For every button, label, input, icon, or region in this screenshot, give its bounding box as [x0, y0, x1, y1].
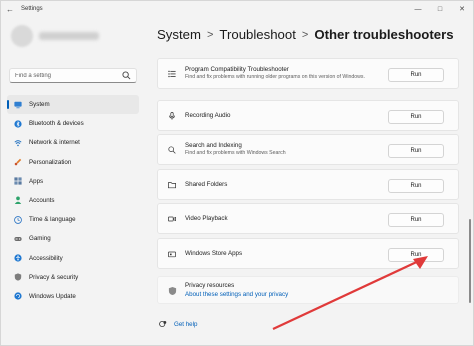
back-arrow-icon[interactable]: ←	[1, 5, 19, 14]
search-input[interactable]	[15, 72, 123, 79]
get-help[interactable]: Get help	[159, 320, 197, 328]
microphone-icon	[169, 111, 175, 120]
troubleshooter-description: Find and fix problems with running older…	[185, 74, 365, 80]
minimize-button[interactable]: —	[407, 1, 429, 17]
apps-icon	[14, 177, 22, 185]
sidebar-item-label: Accessibility	[29, 254, 63, 262]
troubleshooter-card: Program Compatibility Troubleshooter Fin…	[157, 58, 459, 89]
breadcrumb: System > Troubleshoot > Other troublesho…	[157, 27, 454, 42]
shield-icon	[14, 273, 22, 281]
window-controls: — □ ✕	[407, 1, 473, 17]
brush-icon	[14, 158, 22, 166]
troubleshooter-label: Program Compatibility Troubleshooter	[185, 66, 289, 73]
sidebar-item-label: Privacy & security	[29, 273, 79, 281]
bluetooth-icon	[14, 120, 22, 128]
breadcrumb-separator: >	[206, 28, 214, 41]
troubleshooter-description: Find and fix problems with Windows Searc…	[185, 150, 286, 156]
scrollbar[interactable]	[469, 219, 471, 303]
troubleshooter-label: Recording Audio	[185, 112, 231, 119]
sidebar-item-label: Network & internet	[29, 139, 80, 147]
close-button[interactable]: ✕	[451, 1, 473, 17]
sidebar-item-label: Personalization	[29, 158, 72, 166]
run-button[interactable]: Run	[388, 68, 444, 82]
sidebar-nav: System Bluetooth & devices Network & int…	[7, 95, 139, 306]
run-button[interactable]: Run	[388, 179, 444, 193]
troubleshooter-card: Windows Store Apps Run	[157, 238, 459, 269]
privacy-resources: Privacy resources About these settings a…	[157, 276, 459, 304]
monitor-icon	[14, 101, 22, 108]
run-button[interactable]: Run	[388, 248, 444, 262]
window-title: Settings	[21, 6, 43, 12]
shield-icon	[168, 286, 177, 296]
sidebar-item-label: Bluetooth & devices	[29, 120, 84, 128]
troubleshooter-label: Video Playback	[185, 215, 228, 222]
sidebar-item-label: Apps	[29, 177, 44, 185]
sidebar-item-network[interactable]: Network & internet	[7, 133, 139, 152]
search-icon	[168, 145, 176, 154]
globe-clock-icon	[14, 215, 22, 224]
sidebar-item-system[interactable]: System	[7, 95, 139, 114]
troubleshooter-label: Shared Folders	[185, 181, 228, 188]
list-icon	[168, 70, 176, 77]
troubleshooter-label: Windows Store Apps	[185, 250, 243, 257]
sidebar-item-windows-update[interactable]: Windows Update	[7, 287, 139, 306]
accessibility-icon	[14, 254, 22, 262]
troubleshooter-card: Recording Audio Run	[157, 100, 459, 131]
sidebar-item-apps[interactable]: Apps	[7, 172, 139, 191]
maximize-button[interactable]: □	[429, 1, 451, 17]
video-icon	[168, 216, 176, 221]
sidebar-item-label: Accounts	[29, 196, 55, 204]
breadcrumb-troubleshoot[interactable]: Troubleshoot	[219, 27, 296, 42]
title-bar: ← Settings — □ ✕	[1, 1, 473, 17]
sidebar-item-accounts[interactable]: Accounts	[7, 191, 139, 210]
update-icon	[14, 292, 22, 300]
folder-icon	[168, 181, 176, 188]
troubleshooter-card: Search and Indexing Find and fix problem…	[157, 134, 459, 165]
sidebar-item-label: System	[29, 101, 50, 108]
breadcrumb-separator: >	[301, 28, 309, 41]
run-button[interactable]: Run	[388, 144, 444, 158]
privacy-link[interactable]: About these settings and your privacy	[185, 291, 288, 298]
wifi-icon	[14, 139, 22, 147]
get-help-link[interactable]: Get help	[174, 321, 197, 328]
person-icon	[14, 196, 22, 205]
privacy-title: Privacy resources	[185, 282, 235, 289]
sidebar-item-bluetooth[interactable]: Bluetooth & devices	[7, 114, 139, 133]
sidebar-item-time-language[interactable]: Time & language	[7, 210, 139, 229]
sidebar-item-label: Gaming	[29, 235, 51, 243]
troubleshooter-label: Search and Indexing	[185, 142, 242, 149]
profile-name-blurred	[39, 32, 99, 40]
sidebar-item-privacy-security[interactable]: Privacy & security	[7, 268, 139, 287]
run-button[interactable]: Run	[388, 110, 444, 124]
help-icon	[159, 320, 167, 328]
user-profile[interactable]	[11, 25, 99, 47]
search-icon[interactable]	[122, 71, 131, 80]
sidebar-item-personalization[interactable]: Personalization	[7, 153, 139, 172]
avatar	[11, 25, 33, 47]
sidebar-item-label: Time & language	[29, 216, 76, 224]
sidebar-item-label: Windows Update	[29, 292, 76, 300]
search-box[interactable]	[9, 68, 137, 83]
settings-window: ← Settings — □ ✕ System Bluetooth & devi…	[0, 0, 474, 346]
troubleshooter-card: Video Playback Run	[157, 203, 459, 234]
sidebar-item-gaming[interactable]: Gaming	[7, 229, 139, 248]
store-icon	[168, 251, 176, 257]
gamepad-icon	[14, 236, 22, 241]
breadcrumb-system[interactable]: System	[157, 27, 201, 42]
page-title: Other troubleshooters	[314, 27, 454, 42]
run-button[interactable]: Run	[388, 213, 444, 227]
sidebar-item-accessibility[interactable]: Accessibility	[7, 249, 139, 268]
troubleshooter-card: Shared Folders Run	[157, 169, 459, 200]
